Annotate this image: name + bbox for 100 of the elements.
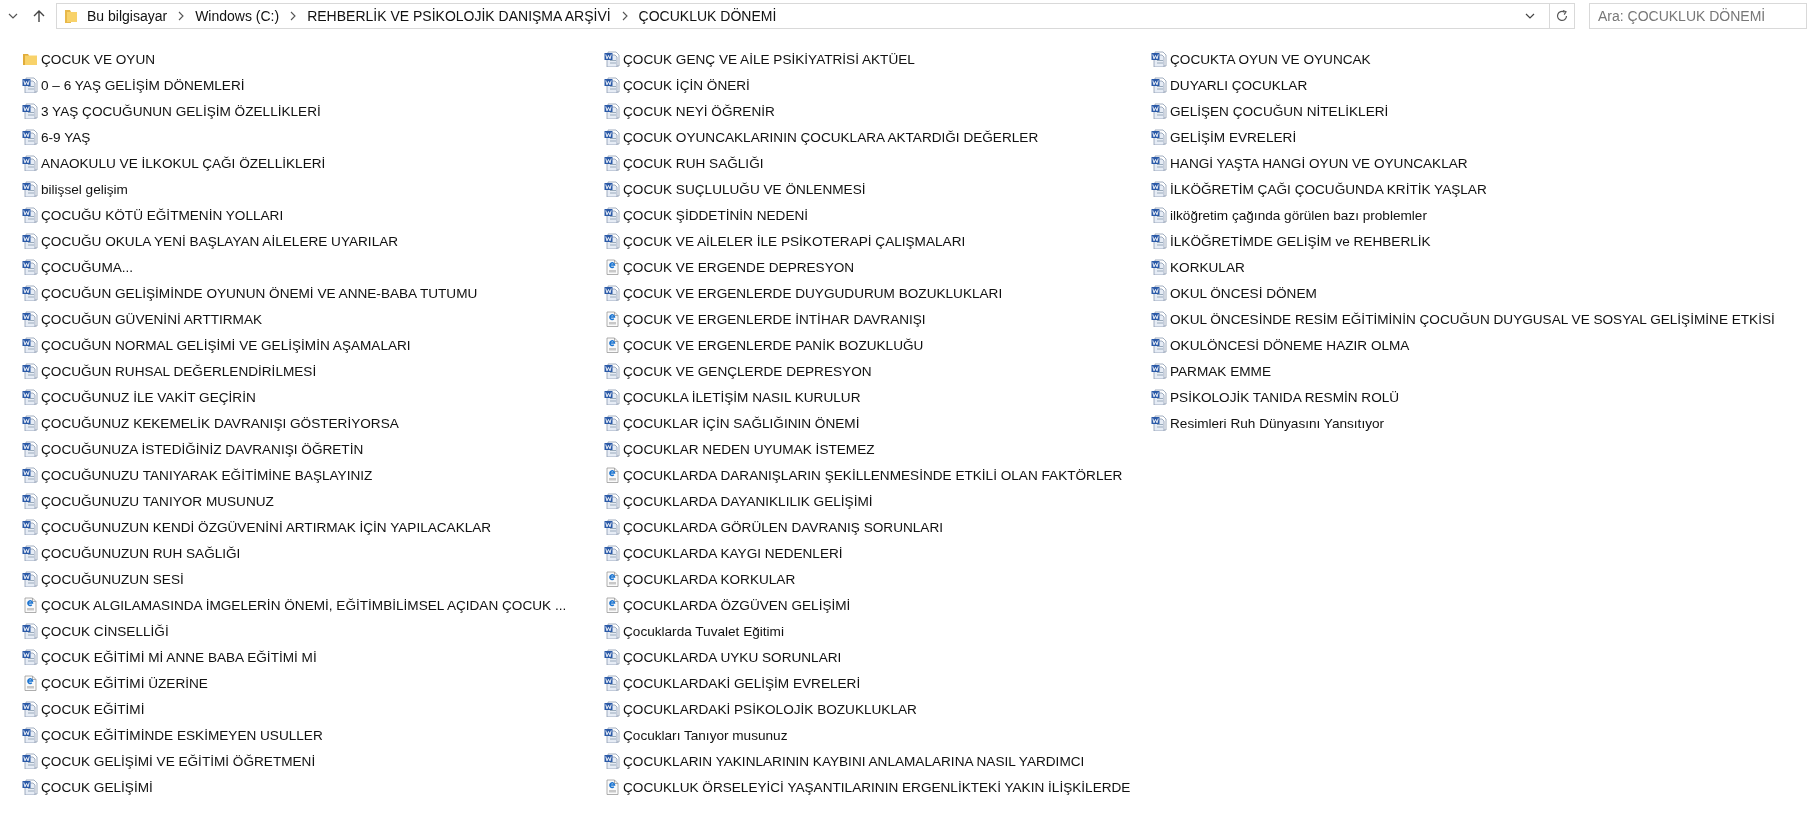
breadcrumb-segment[interactable]: ÇOCUKLUK DÖNEMİ xyxy=(638,8,777,24)
file-name[interactable]: Çocukları Tanıyor musunuz xyxy=(623,727,788,743)
file-name[interactable]: ÇOCUK NEYİ ÖĞRENİR xyxy=(623,103,775,119)
file-name[interactable]: ÇOCUKLAR İÇİN SAĞLIĞININ ÖNEMİ xyxy=(623,415,860,431)
file-name[interactable]: ÇOCUKLUK ÖRSELEYİCİ YAŞANTILARININ ERGENLİKTEKİ YAKIN İLİŞKİLERDE xyxy=(623,779,1131,795)
file-name[interactable]: ÇOCUKLARDA KORKULAR xyxy=(623,571,796,587)
breadcrumb-segment[interactable]: REHBERLİK VE PSİKOLOJİK DANIŞMA ARŞİVİ xyxy=(307,8,611,24)
file-name[interactable]: ÇOCUĞUNUZ KEKEMELİK DAVRANIŞI GÖSTERİYORSA xyxy=(41,415,399,431)
address-bar[interactable]: Bu bilgisayar Windows (C:) REHBERLİK VE PSİKOLOJİK DANIŞMA ARŞİVİ ÇOCUKLUK DÖNEMİ xyxy=(56,3,1575,29)
search-field[interactable]: Ara: ÇOCUKLUK DÖNEMİ xyxy=(1589,3,1807,29)
word-document-icon xyxy=(604,415,620,431)
file-name[interactable]: ANAOKULU VE İLKOKUL ÇAĞI ÖZELLİKLERİ xyxy=(41,155,326,171)
file-name[interactable]: 3 YAŞ ÇOCUĞUNUN GELİŞİM ÖZELLİKLERİ xyxy=(41,103,321,119)
file-name[interactable]: İLKÖĞRETİMDE GELİŞİM ve REHBERLİK xyxy=(1170,233,1431,249)
word-document-icon xyxy=(1151,129,1167,145)
file-name[interactable]: ÇOCUKLARDAKİ PSİKOLOJİK BOZUKLUKLAR xyxy=(623,701,917,717)
up-arrow-icon[interactable] xyxy=(32,9,46,23)
word-document-icon xyxy=(22,233,38,249)
file-name[interactable]: ÇOCUK VE AİLELER İLE PSİKOTERAPİ ÇALIŞMALARI xyxy=(623,233,966,249)
file-name[interactable]: ÇOCUĞUN GELİŞİMİNDE OYUNUN ÖNEMİ VE ANNE-BABA TUTUMU xyxy=(41,285,478,301)
file-name[interactable]: ÇOCUKLARDA GÖRÜLEN DAVRANIŞ SORUNLARI xyxy=(623,519,944,535)
file-name[interactable]: ÇOCUĞUNUZUN RUH SAĞLIĞI xyxy=(41,545,241,561)
word-document-icon xyxy=(1151,207,1167,223)
file-name[interactable]: ÇOCUĞU KÖTÜ EĞİTMENİN YOLLARI xyxy=(41,207,284,223)
pdf-document-icon xyxy=(604,571,620,587)
file-name[interactable]: ÇOCUKLAR NEDEN UYUMAK İSTEMEZ xyxy=(623,441,875,457)
file-name[interactable]: ÇOCUK VE ERGENLERDE DUYGUDURUM BOZUKLUKLARI xyxy=(623,285,1003,301)
file-name[interactable]: bilişsel gelişim xyxy=(41,181,128,197)
file-name[interactable]: ÇOCUK RUH SAĞLIĞI xyxy=(623,155,764,171)
file-name[interactable]: ÇOCUKLARDA ÖZGÜVEN GELİŞİMİ xyxy=(623,597,851,613)
word-document-icon xyxy=(22,415,38,431)
pdf-document-icon xyxy=(22,597,38,613)
word-document-icon xyxy=(22,571,38,587)
file-name[interactable]: ÇOCUĞUNUZUN KENDİ ÖZGÜVENİNİ ARTIRMAK İÇİN YAPILACAKLAR xyxy=(41,519,492,535)
file-name[interactable]: Çocuklarda Tuvalet Eğitimi xyxy=(623,623,784,639)
file-name[interactable]: ÇOCUĞUNUZU TANIYOR MUSUNUZ xyxy=(41,493,274,509)
file-name[interactable]: ÇOCUĞUN GÜVENİNİ ARTTIRMAK xyxy=(41,311,263,327)
file-name[interactable]: PSİKOLOJİK TANIDA RESMİN ROLÜ xyxy=(1170,389,1400,405)
word-document-icon xyxy=(604,441,620,457)
file-name[interactable]: ÇOCUKLARDA KAYGI NEDENLERİ xyxy=(623,545,843,561)
file-name[interactable]: DUYARLI ÇOCUKLAR xyxy=(1170,77,1308,93)
file-name[interactable]: ÇOCUK EĞİTİMİ ÜZERİNE xyxy=(41,675,208,691)
file-name[interactable]: ÇOCUĞUNUZA İSTEDİĞİNİZ DAVRANIŞI ÖĞRETİN xyxy=(41,441,364,457)
word-document-icon xyxy=(1151,181,1167,197)
file-name[interactable]: ÇOCUK VE ERGENLERDE İNTİHAR DAVRANIŞI xyxy=(623,311,926,327)
file-name[interactable]: 0 – 6 YAŞ GELİŞİM DÖNEMLERİ xyxy=(41,77,245,93)
file-name[interactable]: OKUL ÖNCESİ DÖNEM xyxy=(1170,285,1317,301)
file-name[interactable]: ÇOCUKLARDA DAYANIKLILIK GELİŞİMİ xyxy=(623,493,873,509)
file-name[interactable]: ÇOCUĞU OKULA YENİ BAŞLAYAN AİLELERE UYARILAR xyxy=(41,233,399,249)
file-name[interactable]: ÇOCUK EĞİTİMİNDE ESKİMEYEN USULLER xyxy=(41,727,323,743)
file-name[interactable]: ÇOCUK EĞİTİMİ Mİ ANNE BABA EĞİTİMİ Mİ xyxy=(41,649,317,665)
file-name[interactable]: GELİŞEN ÇOCUĞUN NİTELİKLERİ xyxy=(1170,103,1389,119)
file-name[interactable]: OKUL ÖNCESİNDE RESİM EĞİTİMİNİN ÇOCUĞUN DUYGUSAL VE SOSYAL GELİŞİMİNE ETKİSİ xyxy=(1170,311,1775,327)
word-document-icon xyxy=(1151,285,1167,301)
file-name[interactable]: ÇOCUĞUNUZUN SESİ xyxy=(41,571,184,587)
chevron-right-icon[interactable] xyxy=(289,11,298,21)
file-name[interactable]: İLKÖĞRETİM ÇAĞI ÇOCUĞUNDA KRİTİK YAŞLAR xyxy=(1170,181,1487,197)
folder-name[interactable]: ÇOCUK VE OYUN xyxy=(41,51,156,67)
file-name[interactable]: ÇOCUK İÇİN ÖNERİ xyxy=(623,77,750,93)
file-name[interactable]: PARMAK EMME xyxy=(1170,363,1271,379)
file-name[interactable]: ÇOCUKLA İLETİŞİM NASIL KURULUR xyxy=(623,389,861,405)
chevron-right-icon[interactable] xyxy=(620,11,629,21)
file-name[interactable]: ÇOCUĞUNUZU TANIYARAK EĞİTİMİNE BAŞLAYINIZ xyxy=(41,467,373,483)
recent-locations-icon[interactable] xyxy=(8,11,18,21)
file-name[interactable]: ÇOCUK GELİŞİMİ VE EĞİTİMİ ÖĞRETMENİ xyxy=(41,753,316,769)
file-name[interactable]: Resimleri Ruh Dünyasını Yansıtıyor xyxy=(1170,415,1385,431)
word-document-icon xyxy=(22,493,38,509)
file-name[interactable]: ÇOCUKLARIN YAKINLARININ KAYBINI ANLAMALARINA NASIL YARDIMCI xyxy=(623,753,1085,769)
word-document-icon xyxy=(22,519,38,535)
word-document-icon xyxy=(22,77,38,93)
file-name[interactable]: 6-9 YAŞ xyxy=(41,129,91,145)
file-name[interactable]: ÇOCUĞUMA... xyxy=(41,259,134,275)
file-name[interactable]: ÇOCUK CİNSELLİĞİ xyxy=(41,623,169,639)
file-name[interactable]: KORKULAR xyxy=(1170,259,1245,275)
file-name[interactable]: ÇOCUK SUÇLULUĞU VE ÖNLENMESİ xyxy=(623,181,866,197)
file-name[interactable]: ÇOCUĞUN NORMAL GELİŞİMİ VE GELİŞİMİN AŞAMALARI xyxy=(41,337,411,353)
file-name[interactable]: ÇOCUK VE ERGENLERDE PANİK BOZUKLUĞU xyxy=(623,337,924,353)
file-name[interactable]: OKULÖNCESİ DÖNEME HAZIR OLMA xyxy=(1170,337,1410,353)
word-document-icon xyxy=(1151,155,1167,171)
file-name[interactable]: ÇOCUK OYUNCAKLARININ ÇOCUKLARA AKTARDIĞI DEĞERLER xyxy=(623,129,1039,145)
file-name[interactable]: ÇOCUK ALGILAMASINDA İMGELERİN ÖNEMİ, EĞİTİMBİLİMSEL AÇIDAN ÇOCUK ... xyxy=(41,597,567,613)
file-name[interactable]: ÇOCUĞUN RUHSAL DEĞERLENDİRİLMESİ xyxy=(41,363,317,379)
breadcrumb-segment[interactable]: Bu bilgisayar xyxy=(87,8,168,24)
file-name[interactable]: ÇOCUK GELİŞİMİ xyxy=(41,779,153,795)
file-name[interactable]: ÇOCUĞUNUZ İLE VAKİT GEÇİRİN xyxy=(41,389,256,405)
file-name[interactable]: ÇOCUKLARDA UYKU SORUNLARI xyxy=(623,649,842,665)
breadcrumb-segment[interactable]: Windows (C:) xyxy=(195,8,280,24)
file-name[interactable]: ÇOCUK ŞİDDETİNİN NEDENİ xyxy=(623,207,809,223)
file-name[interactable]: GELİŞİM EVRELERİ xyxy=(1170,129,1297,145)
file-name[interactable]: ÇOCUKTA OYUN VE OYUNCAK xyxy=(1170,51,1371,67)
file-name[interactable]: ÇOCUKLARDA DARANIŞLARIN ŞEKİLLENMESİNDE ETKİLİ OLAN FAKTÖRLER xyxy=(623,467,1123,483)
file-name[interactable]: ÇOCUK GENÇ VE AİLE PSİKİYATRİSİ AKTÜEL xyxy=(623,51,915,67)
file-name[interactable]: ÇOCUK VE GENÇLERDE DEPRESYON xyxy=(623,363,872,379)
file-name[interactable]: ilköğretim çağında görülen bazı problemler xyxy=(1170,207,1427,223)
folder-icon xyxy=(22,51,38,67)
file-name[interactable]: ÇOCUK VE ERGENDE DEPRESYON xyxy=(623,259,855,275)
file-name[interactable]: ÇOCUKLARDAKİ GELİŞİM EVRELERİ xyxy=(623,675,861,691)
file-name[interactable]: HANGİ YAŞTA HANGİ OYUN VE OYUNCAKLAR xyxy=(1170,155,1468,171)
file-name[interactable]: ÇOCUK EĞİTİMİ xyxy=(41,701,145,717)
chevron-right-icon[interactable] xyxy=(177,11,186,21)
